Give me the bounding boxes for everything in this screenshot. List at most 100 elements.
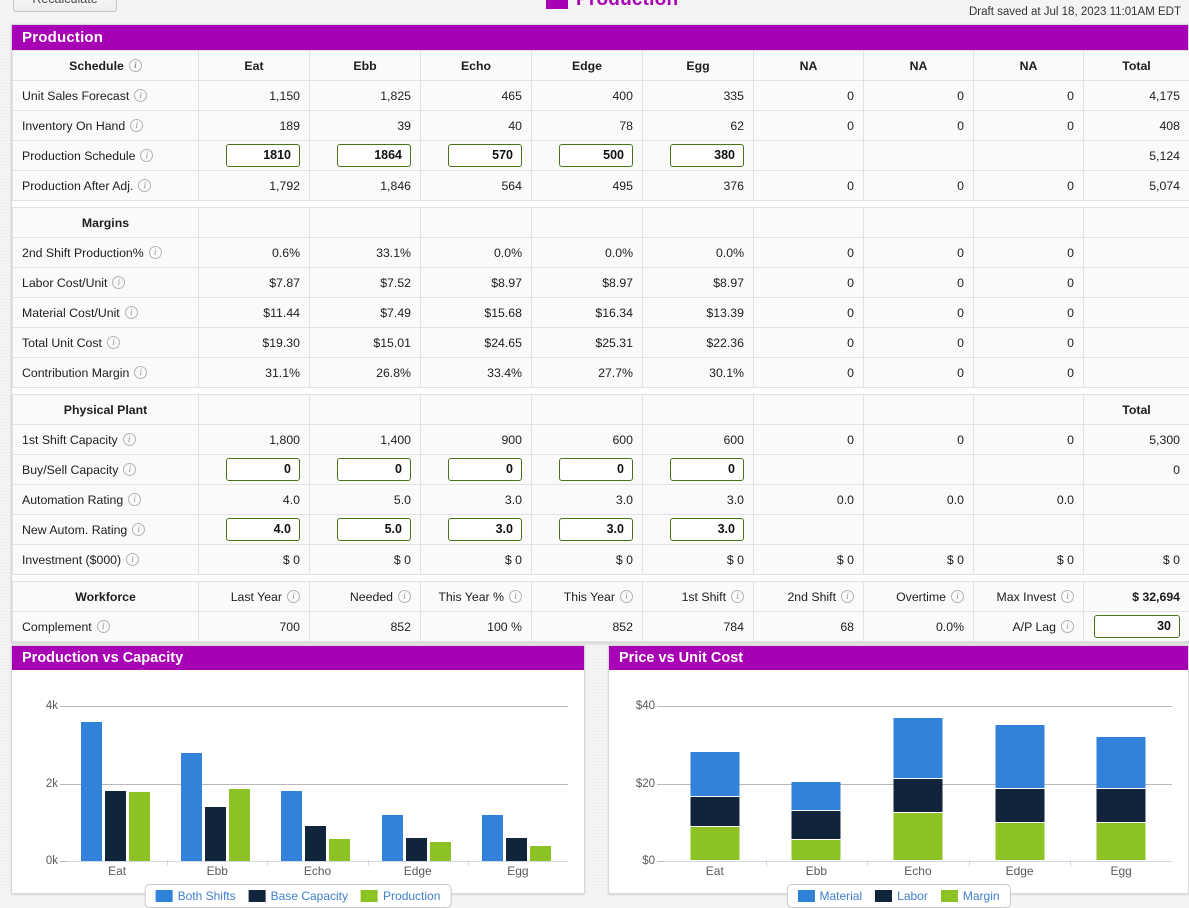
input-production-schedule-4[interactable]: 500 <box>559 144 633 167</box>
bar-both-shifts-Eat[interactable] <box>81 722 102 862</box>
input-production-schedule-2[interactable]: 1864 <box>337 144 411 167</box>
info-icon[interactable]: i <box>398 590 411 603</box>
info-icon[interactable]: i <box>97 620 110 633</box>
bar-base-capacity-Echo[interactable] <box>305 826 326 861</box>
recalculate-button[interactable]: Recalculate <box>13 0 117 12</box>
info-icon[interactable]: i <box>841 590 854 603</box>
info-icon[interactable]: i <box>287 590 300 603</box>
input-buy-sell-capacity-5[interactable]: 0 <box>670 458 744 481</box>
cell-value: $7.87 <box>199 268 310 298</box>
row-label: Total Unit Costi <box>13 328 199 358</box>
info-icon[interactable]: i <box>128 493 141 506</box>
info-icon[interactable]: i <box>134 366 147 379</box>
info-icon[interactable]: i <box>134 89 147 102</box>
cell-value: 400 <box>532 81 643 111</box>
input-production-schedule-1[interactable]: 1810 <box>226 144 300 167</box>
table-row: Investment ($000)i$ 0$ 0$ 0$ 0$ 0$ 0$ 0$… <box>13 545 1189 575</box>
input-ap-lag[interactable]: 30 <box>1094 615 1180 638</box>
info-icon[interactable]: i <box>620 590 633 603</box>
legend-label: Material <box>819 889 862 903</box>
info-icon[interactable]: i <box>123 433 136 446</box>
input-buy-sell-capacity-4[interactable]: 0 <box>559 458 633 481</box>
cell-value: 1,792 <box>199 171 310 201</box>
legend-item-margin[interactable]: Margin <box>941 889 1000 903</box>
bar-base-capacity-Ebb[interactable] <box>205 807 226 861</box>
input-buy-sell-capacity-2[interactable]: 0 <box>337 458 411 481</box>
legend-item-both-shifts[interactable]: Both Shifts <box>156 889 236 903</box>
info-icon[interactable]: i <box>126 553 139 566</box>
info-icon[interactable]: i <box>112 276 125 289</box>
info-icon[interactable]: i <box>107 336 120 349</box>
input-new-autom-rating-3[interactable]: 3.0 <box>448 518 522 541</box>
input-buy-sell-capacity-1[interactable]: 0 <box>226 458 300 481</box>
cell-value: 1,400 <box>310 425 421 455</box>
bar-production-Edge[interactable] <box>430 842 451 861</box>
info-icon[interactable]: i <box>125 306 138 319</box>
input-buy-sell-capacity-3[interactable]: 0 <box>448 458 522 481</box>
info-icon[interactable]: i <box>951 590 964 603</box>
stacked-bar-Egg[interactable] <box>1097 737 1146 861</box>
cell-value: 33.4% <box>421 358 532 388</box>
info-icon[interactable]: i <box>731 590 744 603</box>
y-tick-label: $20 <box>636 778 655 790</box>
info-icon[interactable]: i <box>149 246 162 259</box>
bar-production-Echo[interactable] <box>329 839 350 861</box>
info-icon[interactable]: i <box>123 463 136 476</box>
cell-value: 0 <box>864 268 974 298</box>
stacked-bar-Ebb[interactable] <box>792 782 841 861</box>
bar-both-shifts-Edge[interactable] <box>382 815 403 862</box>
info-icon[interactable]: i <box>1061 590 1074 603</box>
input-new-autom-rating-4[interactable]: 3.0 <box>559 518 633 541</box>
stacked-bar-Eat[interactable] <box>690 752 739 861</box>
input-new-autom-rating-5[interactable]: 3.0 <box>670 518 744 541</box>
info-icon[interactable]: i <box>138 179 151 192</box>
bar-both-shifts-Ebb[interactable] <box>181 753 202 862</box>
empty-header-cell <box>310 395 421 425</box>
section-header-row: Physical PlantTotal <box>13 395 1189 425</box>
cell-input-wrapper: 3.0 <box>421 515 532 545</box>
category-groups <box>67 706 568 861</box>
bar-base-capacity-Edge[interactable] <box>406 838 427 861</box>
column-header-total: Total <box>1084 395 1189 425</box>
bar-both-shifts-Echo[interactable] <box>281 791 302 861</box>
x-axis-label-Echo: Echo <box>867 864 969 878</box>
input-production-schedule-5[interactable]: 380 <box>670 144 744 167</box>
cell-value: $ 0 <box>310 545 421 575</box>
legend-item-production[interactable]: Production <box>361 889 440 903</box>
section-header-label: Margins <box>13 208 199 238</box>
legend-label: Labor <box>897 889 928 903</box>
cell-value: $25.31 <box>532 328 643 358</box>
legend-item-material[interactable]: Material <box>797 889 862 903</box>
empty-header-cell <box>864 208 974 238</box>
input-production-schedule-3[interactable]: 570 <box>448 144 522 167</box>
column-header-4: Edge <box>532 51 643 81</box>
bar-production-Ebb[interactable] <box>229 789 250 861</box>
segment-labor <box>690 797 739 827</box>
legend-label: Margin <box>963 889 1000 903</box>
cell-input-wrapper: 30 <box>1084 612 1189 642</box>
bar-base-capacity-Egg[interactable] <box>506 838 527 861</box>
legend-item-base-capacity[interactable]: Base Capacity <box>249 889 348 903</box>
cell-value: 784 <box>643 612 754 642</box>
cell-value: 0 <box>864 358 974 388</box>
info-icon[interactable]: i <box>129 59 142 72</box>
input-new-autom-rating-2[interactable]: 5.0 <box>337 518 411 541</box>
info-icon[interactable]: i <box>132 523 145 536</box>
cell-value: 1,846 <box>310 171 421 201</box>
bar-production-Eat[interactable] <box>129 792 150 861</box>
info-icon[interactable]: i <box>130 119 143 132</box>
bar-both-shifts-Egg[interactable] <box>482 815 503 862</box>
legend-item-labor[interactable]: Labor <box>875 889 928 903</box>
cell-value: 30.1% <box>643 358 754 388</box>
bar-production-Egg[interactable] <box>530 846 551 861</box>
input-new-autom-rating-1[interactable]: 4.0 <box>226 518 300 541</box>
stacked-bar-Edge[interactable] <box>995 725 1044 861</box>
info-icon[interactable]: i <box>140 149 153 162</box>
bar-base-capacity-Eat[interactable] <box>105 791 126 861</box>
bar-group-Ebb <box>167 706 267 861</box>
stacked-bar-Echo[interactable] <box>893 718 942 861</box>
info-icon[interactable]: i <box>1061 620 1074 633</box>
cell-value: $ 0 <box>864 545 974 575</box>
cell-value: 0 <box>974 425 1084 455</box>
info-icon[interactable]: i <box>509 590 522 603</box>
